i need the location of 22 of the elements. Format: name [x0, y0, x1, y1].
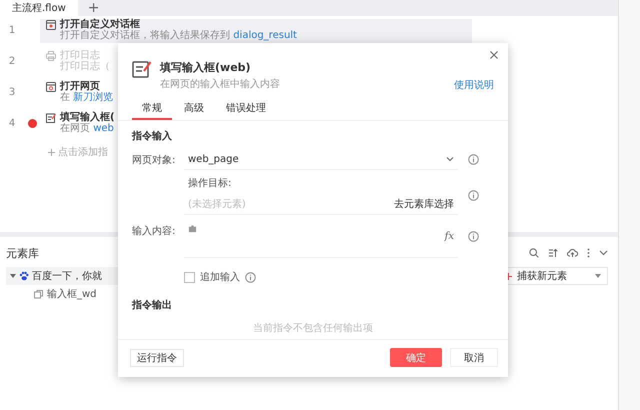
dialog-subtitle: 在网页的输入框中输入内容 [160, 78, 281, 91]
section-title: 指令输出 [132, 298, 173, 312]
panel-title: 元素库 [6, 246, 39, 260]
line-number: 3 [8, 87, 16, 98]
step-description: 在 新刀浏览 [60, 93, 114, 103]
field-label: 操作目标: [187, 176, 232, 190]
line-number: 2 [8, 56, 16, 67]
step-title: 打印日志 [60, 51, 101, 61]
field-label: 网页对象: [132, 154, 176, 166]
step-description: 打印日志（ [60, 62, 110, 72]
step-description: 打开自定义对话框，将输入结果保存到 dialog_result [60, 31, 297, 41]
section-title: 指令输入 [132, 130, 173, 143]
step-title: 打开自定义对话框 [60, 20, 141, 30]
step-title: 打开网页 [60, 82, 100, 92]
line-number: 4 [8, 118, 16, 129]
step-title: 填写输入框( [60, 113, 115, 123]
step-description: 在网页 web [60, 124, 115, 134]
empty-message: 当前指令不包含任何输出项 [252, 322, 374, 335]
line-number: 1 [8, 25, 16, 36]
dialog-title: 填写输入框(web) [160, 60, 252, 75]
checkbox-label: 追加输入 [200, 270, 240, 284]
field-label: 输入内容: [132, 224, 176, 238]
